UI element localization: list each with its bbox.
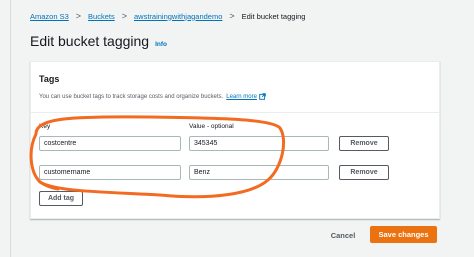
page-title: Edit bucket tagging [30,33,150,49]
breadcrumb-current: Edit bucket tagging [241,11,306,21]
breadcrumb-separator: > [229,10,235,21]
page-header: Edit bucket tagging Info [30,33,167,49]
breadcrumb-separator: > [75,10,82,21]
breadcrumb-bucket-name[interactable]: awstrainingwithjagandemo [134,12,222,21]
remove-tag-button[interactable]: Remove [339,165,389,180]
breadcrumb: Amazon S3 > Buckets > awstrainingwithjag… [30,9,305,23]
tag-key-input[interactable]: costcentre [39,136,181,151]
tags-panel: Tags You can use bucket tags to track st… [30,61,440,219]
breadcrumb-buckets[interactable]: Buckets [88,12,115,21]
tags-panel-description: You can use bucket tags to track storage… [39,93,431,100]
add-tag-button[interactable]: Add tag [39,191,83,206]
tag-key-input[interactable]: customername [39,165,181,180]
external-link-icon[interactable] [259,93,266,100]
key-column-label: Key [39,123,51,130]
tags-panel-title: Tags [39,74,60,84]
cancel-button[interactable]: Cancel [320,227,366,243]
tag-value-input[interactable]: Benz [189,165,329,180]
tags-description-text: You can use bucket tags to track storage… [39,93,224,100]
info-link[interactable]: Info [155,41,167,48]
remove-tag-button[interactable]: Remove [339,136,389,151]
save-changes-button[interactable]: Save changes [370,226,437,243]
breadcrumb-amazon-s3[interactable]: Amazon S3 [30,12,69,21]
tags-panel-header: Tags You can use bucket tags to track st… [39,74,431,100]
panel-divider [31,112,439,113]
left-navigation-edge [0,0,11,257]
learn-more-link[interactable]: Learn more [226,94,257,100]
tag-value-input[interactable]: 345345 [189,136,329,151]
breadcrumb-separator: > [121,10,127,21]
value-column-label: Value - optional [189,123,234,130]
